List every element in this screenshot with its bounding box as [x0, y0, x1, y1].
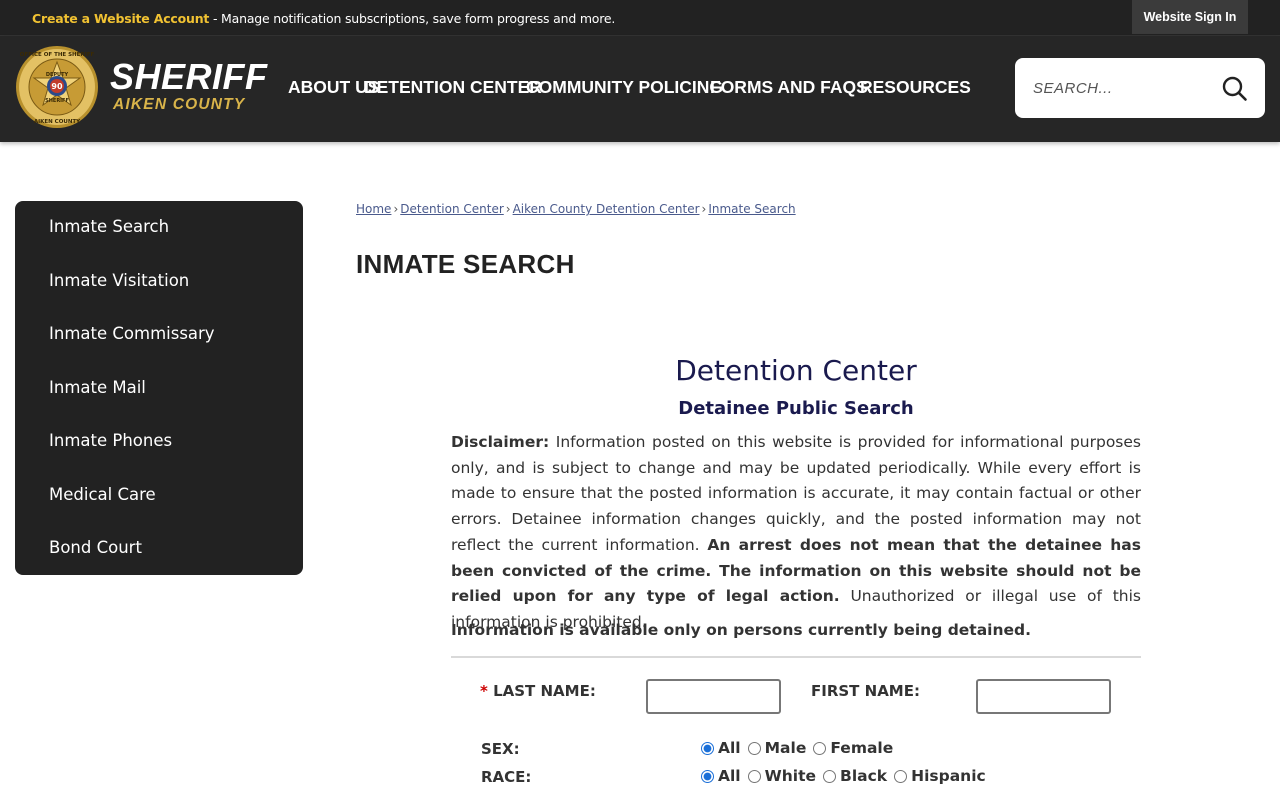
race-radio-white[interactable]: [747, 769, 761, 783]
sidebar-item-bond-court[interactable]: Bond Court: [49, 538, 142, 557]
detainee-search-subheading: Detainee Public Search: [678, 398, 914, 419]
nav-community-policing[interactable]: COMMUNITY POLICING: [526, 77, 723, 98]
sex-label: SEX:: [481, 740, 520, 758]
sex-radio-female[interactable]: [813, 741, 827, 755]
breadcrumb-separator: ›: [505, 202, 511, 216]
website-sign-in-button[interactable]: Website Sign In: [1132, 0, 1248, 34]
site-subtitle[interactable]: AIKEN COUNTY: [113, 96, 245, 114]
race-option-white-label: White: [764, 767, 816, 785]
nav-forms-and-faqs[interactable]: FORMS AND FAQS: [710, 77, 868, 98]
create-account-message: Create a Website Account - Manage notifi…: [32, 11, 615, 26]
last-name-input[interactable]: [646, 679, 781, 714]
site-title[interactable]: SHERIFF: [110, 56, 268, 98]
race-option-hispanic-label: Hispanic: [911, 767, 986, 785]
breadcrumb-separator: ›: [393, 202, 399, 216]
race-option-black[interactable]: Black: [822, 767, 887, 785]
availability-note: Information is available only on persons…: [451, 621, 1032, 639]
sex-radio-all[interactable]: [701, 741, 714, 755]
race-label: RACE:: [481, 768, 532, 786]
nav-detention-center[interactable]: DETENTION CENTER: [364, 77, 542, 98]
first-name-label: FIRST NAME:: [811, 682, 920, 700]
breadcrumb-separator: ›: [701, 202, 707, 216]
sex-option-male-label: Male: [764, 739, 807, 757]
last-name-label: * LAST NAME:: [480, 682, 596, 700]
sidebar-item-inmate-mail[interactable]: Inmate Mail: [49, 378, 146, 397]
badge-deputy-text: DEPUTY: [46, 72, 69, 78]
race-option-black-label: Black: [840, 767, 888, 785]
disclaimer-label: Disclaimer:: [451, 433, 550, 451]
search-input[interactable]: [1033, 74, 1213, 102]
race-radio-black[interactable]: [823, 769, 836, 783]
site-header: 90 DEPUTY SHERIFF OFFICE OF THE SHERIFF …: [0, 36, 1280, 142]
sex-option-female[interactable]: Female: [812, 739, 893, 757]
search-box: [1015, 58, 1265, 118]
create-account-link[interactable]: Create a Website Account: [32, 11, 209, 26]
required-marker: *: [480, 682, 488, 700]
badge-top-text: OFFICE OF THE SHERIFF: [20, 52, 95, 58]
disclaimer-paragraph: Disclaimer: Information posted on this w…: [451, 430, 1141, 636]
race-option-all[interactable]: All: [700, 767, 741, 785]
sidebar-item-inmate-search[interactable]: Inmate Search: [49, 217, 169, 236]
sidebar-menu: Inmate Search Inmate Visitation Inmate C…: [15, 201, 303, 575]
sidebar-item-inmate-phones[interactable]: Inmate Phones: [49, 431, 172, 450]
sidebar-item-medical-care[interactable]: Medical Care: [49, 485, 156, 504]
breadcrumb-detention-center[interactable]: Detention Center: [400, 202, 504, 216]
sheriff-badge-logo[interactable]: 90 DEPUTY SHERIFF OFFICE OF THE SHERIFF …: [15, 45, 99, 129]
breadcrumb-home[interactable]: Home: [356, 202, 391, 216]
badge-sheriff-text: SHERIFF: [45, 98, 69, 104]
search-icon[interactable]: [1221, 75, 1248, 102]
sex-radio-group: All Male Female: [700, 739, 899, 757]
top-bar: Create a Website Account - Manage notifi…: [0, 0, 1280, 36]
race-option-white[interactable]: White: [747, 767, 816, 785]
race-option-hispanic[interactable]: Hispanic: [893, 767, 986, 785]
race-radio-all[interactable]: [701, 769, 714, 783]
first-name-input[interactable]: [976, 679, 1111, 714]
sidebar-item-inmate-commissary[interactable]: Inmate Commissary: [49, 324, 215, 343]
sex-option-all[interactable]: All: [700, 739, 741, 757]
sex-option-female-label: Female: [830, 739, 894, 757]
breadcrumb-inmate-search[interactable]: Inmate Search: [708, 202, 795, 216]
race-radio-group: All White Black Hispanic: [700, 767, 992, 785]
sex-option-male[interactable]: Male: [747, 739, 807, 757]
divider: [451, 656, 1141, 658]
sex-option-all-label: All: [718, 739, 741, 757]
breadcrumb-aiken-county-detention-center[interactable]: Aiken County Detention Center: [513, 202, 700, 216]
detention-center-heading: Detention Center: [675, 354, 917, 387]
sidebar-item-inmate-visitation[interactable]: Inmate Visitation: [49, 271, 189, 290]
nav-resources[interactable]: RESOURCES: [860, 77, 971, 98]
sex-radio-male[interactable]: [747, 741, 761, 755]
breadcrumb: Home › Detention Center › Aiken County Deten…: [356, 202, 796, 216]
badge-bottom-text: AIKEN COUNTY: [34, 119, 81, 125]
create-account-text: - Manage notification subscriptions, sav…: [209, 11, 616, 26]
last-name-label-text: LAST NAME:: [487, 682, 596, 700]
page-title: INMATE SEARCH: [356, 249, 575, 279]
race-option-all-label: All: [718, 767, 741, 785]
race-radio-hispanic[interactable]: [894, 769, 908, 783]
badge-number: 90: [51, 82, 63, 91]
